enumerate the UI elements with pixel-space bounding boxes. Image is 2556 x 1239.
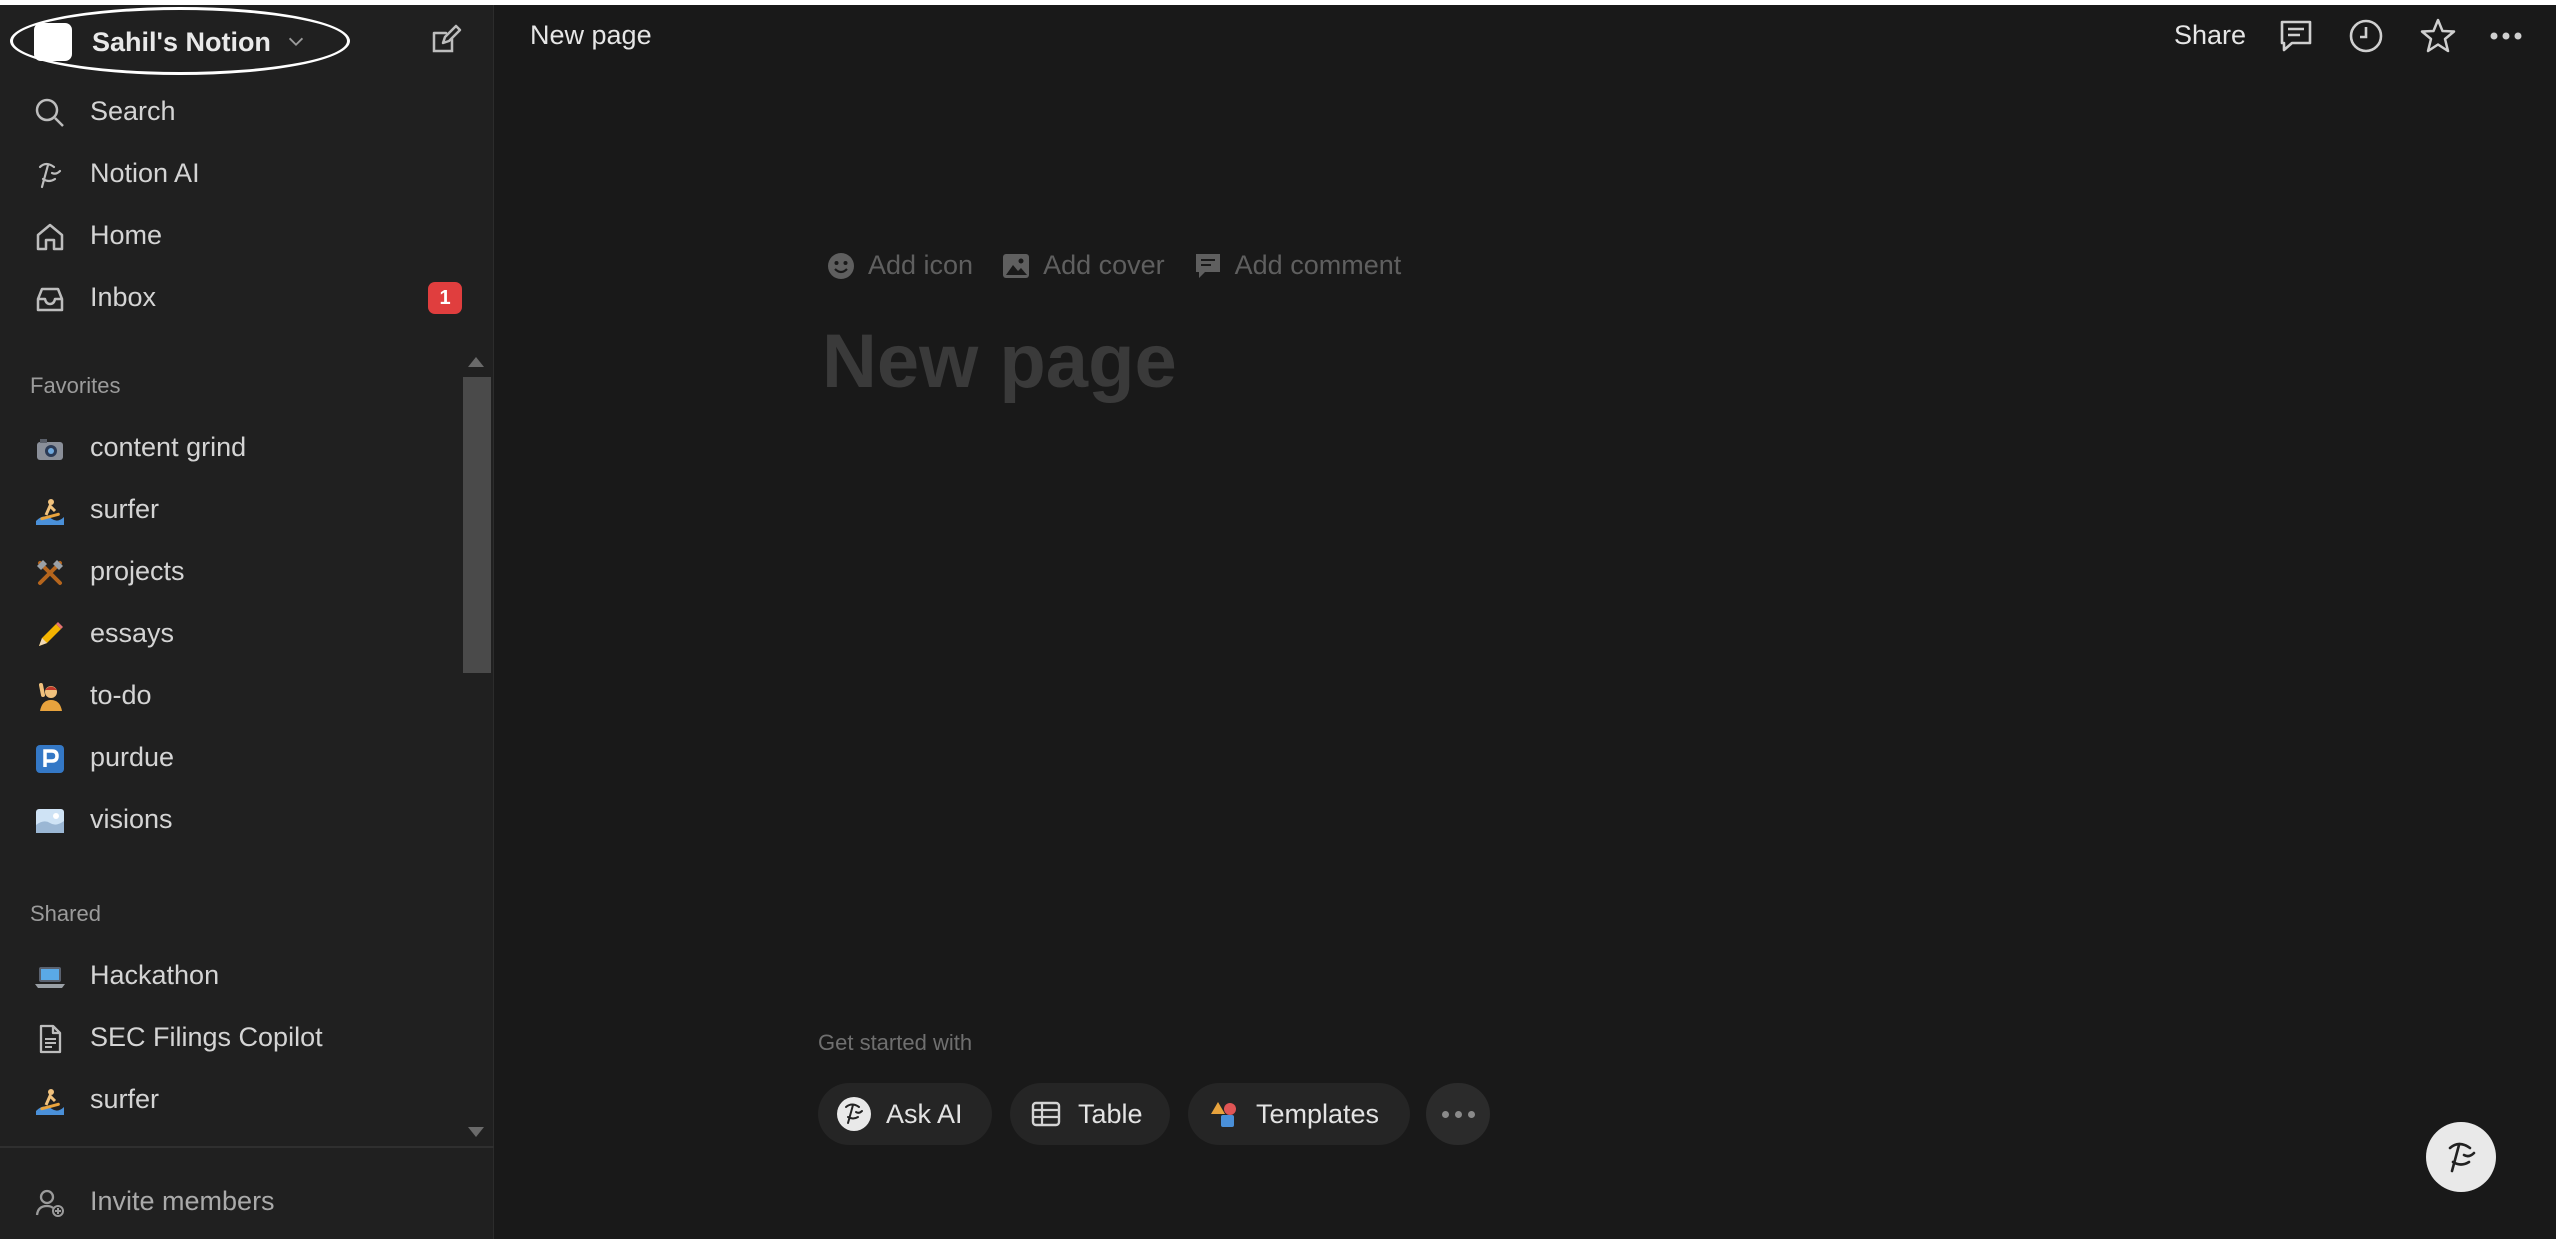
add-cover-button[interactable]: Add cover bbox=[1001, 250, 1165, 281]
add-person-icon bbox=[32, 1185, 68, 1221]
sidebar-item-inbox[interactable]: Inbox 1 bbox=[0, 269, 494, 325]
add-cover-label: Add cover bbox=[1043, 250, 1165, 280]
favorite-item-content-grind[interactable]: content grind bbox=[0, 419, 494, 475]
favorite-item-to-do[interactable]: to-do bbox=[0, 667, 494, 723]
add-comment-button[interactable]: Add comment bbox=[1193, 250, 1402, 281]
person-raising-hand-icon bbox=[32, 679, 68, 715]
shared-item-surfer[interactable]: surfer bbox=[0, 1071, 494, 1127]
page-title-placeholder[interactable]: New page bbox=[822, 318, 1177, 405]
sidebar-item-label: purdue bbox=[90, 741, 175, 772]
scroll-up-arrow[interactable] bbox=[468, 357, 484, 367]
sidebar-item-notion-ai[interactable]: Notion AI bbox=[0, 145, 494, 201]
breadcrumb-page-title[interactable]: New page bbox=[530, 20, 652, 51]
surfer-icon bbox=[32, 493, 68, 529]
add-icon-label: Add icon bbox=[868, 250, 974, 280]
image-icon bbox=[1003, 253, 1030, 278]
more-options-icon[interactable] bbox=[2486, 16, 2526, 56]
sidebar-scrollbar-thumb[interactable] bbox=[463, 377, 491, 673]
more-dot bbox=[1441, 1110, 1449, 1118]
shared-item-hackathon[interactable]: Hackathon bbox=[0, 947, 494, 1003]
history-clock-icon[interactable] bbox=[2346, 16, 2386, 56]
sidebar-item-label: Hackathon bbox=[90, 959, 220, 990]
favorite-item-projects[interactable]: projects bbox=[0, 543, 494, 599]
more-dot bbox=[1467, 1110, 1475, 1118]
shared-item-sec-filings-copilot[interactable]: SEC Filings Copilot bbox=[0, 1009, 494, 1065]
page-header-actions: Add icon Add cover Add comment bbox=[826, 250, 1401, 281]
sidebar-item-label: projects bbox=[90, 555, 185, 586]
more-dot bbox=[1454, 1110, 1462, 1118]
sidebar-item-label: surfer bbox=[90, 493, 160, 524]
favorite-item-essays[interactable]: essays bbox=[0, 605, 494, 661]
sidebar-item-label: Notion AI bbox=[90, 157, 200, 188]
sidebar-item-label: Inbox bbox=[90, 281, 157, 312]
templates-shapes-icon bbox=[1206, 1096, 1242, 1132]
sidebar-item-label: to-do bbox=[90, 679, 152, 710]
scroll-down-arrow[interactable] bbox=[468, 1127, 484, 1137]
surfer-icon bbox=[32, 1083, 68, 1119]
document-icon bbox=[32, 1021, 68, 1057]
add-comment-label: Add comment bbox=[1234, 250, 1402, 280]
sidebar-item-label: Home bbox=[90, 219, 163, 250]
comment-icon bbox=[1195, 253, 1220, 278]
favorite-item-surfer[interactable]: surfer bbox=[0, 481, 494, 537]
new-page-icon[interactable] bbox=[426, 21, 464, 59]
table-label: Table bbox=[1078, 1098, 1143, 1129]
invite-members-label: Invite members bbox=[90, 1185, 275, 1216]
inbox-icon bbox=[32, 281, 68, 317]
sidebar-item-label: content grind bbox=[90, 431, 247, 462]
workspace-avatar bbox=[34, 23, 72, 61]
search-icon bbox=[32, 95, 68, 131]
sidebar-item-label: surfer bbox=[90, 1083, 160, 1114]
ask-ai-button[interactable]: Ask AI bbox=[818, 1083, 992, 1145]
comments-icon[interactable] bbox=[2276, 16, 2316, 56]
smiley-icon bbox=[828, 252, 854, 279]
shared-header[interactable]: Shared bbox=[30, 901, 101, 927]
sidebar-item-search[interactable]: Search bbox=[0, 83, 494, 139]
sidebar: Sahil's Notion Search Notion AI Home Inb… bbox=[0, 5, 494, 1239]
share-button[interactable]: Share bbox=[2174, 20, 2246, 51]
favorite-item-visions[interactable]: visions bbox=[0, 791, 494, 847]
notion-ai-floating-button[interactable] bbox=[2426, 1122, 2496, 1192]
p-button-icon bbox=[32, 741, 68, 777]
workspace-name: Sahil's Notion bbox=[92, 26, 271, 57]
get-started-label: Get started with bbox=[818, 1030, 973, 1055]
inbox-count-badge: 1 bbox=[428, 282, 462, 314]
sidebar-item-home[interactable]: Home bbox=[0, 207, 494, 263]
notion-ai-icon bbox=[32, 157, 68, 193]
table-icon bbox=[1028, 1096, 1064, 1132]
sidebar-item-label: SEC Filings Copilot bbox=[90, 1021, 323, 1052]
notion-ai-icon bbox=[836, 1096, 872, 1132]
camera-icon bbox=[32, 431, 68, 467]
sidebar-item-label: Search bbox=[90, 95, 176, 126]
favorites-header[interactable]: Favorites bbox=[30, 373, 120, 399]
sunrise-icon bbox=[32, 803, 68, 839]
pencil-icon bbox=[32, 617, 68, 653]
favorite-item-purdue[interactable]: purdue bbox=[0, 729, 494, 785]
sidebar-item-label: visions bbox=[90, 803, 173, 834]
hammer-pick-icon bbox=[32, 555, 68, 591]
notion-ai-face-icon bbox=[2448, 1142, 2476, 1173]
add-icon-button[interactable]: Add icon bbox=[826, 250, 973, 281]
home-icon bbox=[32, 219, 68, 255]
sidebar-item-label: essays bbox=[90, 617, 175, 648]
templates-label: Templates bbox=[1256, 1098, 1380, 1129]
ask-ai-label: Ask AI bbox=[886, 1098, 963, 1129]
sidebar-divider bbox=[0, 1146, 494, 1148]
table-button[interactable]: Table bbox=[1010, 1083, 1170, 1145]
invite-members-button[interactable]: Invite members bbox=[0, 1173, 494, 1229]
more-quick-actions-button[interactable] bbox=[1426, 1083, 1490, 1145]
chevron-down-icon bbox=[288, 37, 304, 47]
laptop-icon bbox=[32, 959, 68, 995]
favorite-star-icon[interactable] bbox=[2418, 16, 2458, 56]
workspace-switcher[interactable]: Sahil's Notion bbox=[12, 13, 352, 71]
templates-button[interactable]: Templates bbox=[1188, 1083, 1410, 1145]
